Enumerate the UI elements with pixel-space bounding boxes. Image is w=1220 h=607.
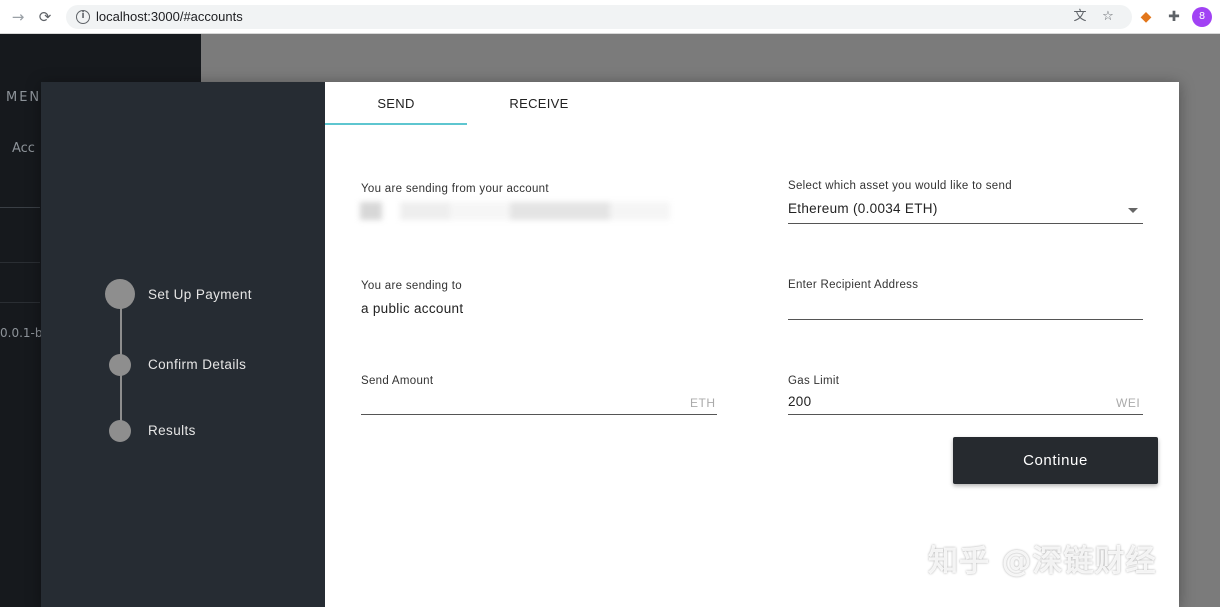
tab-receive[interactable]: RECEIVE <box>468 82 610 125</box>
recipient-type-label: You are sending to <box>361 280 462 292</box>
gas-limit-unit: WEI <box>1116 396 1141 410</box>
send-amount-underline[interactable] <box>361 414 717 415</box>
asset-select[interactable]: Ethereum (0.0034 ETH) <box>788 201 938 216</box>
puzzle-icon[interactable]: ✚ <box>1165 8 1183 26</box>
address-bar[interactable]: i localhost:3000/#accounts 文 ☆ <box>66 5 1132 29</box>
reload-icon[interactable]: ⟳ <box>36 8 54 26</box>
chevron-down-icon[interactable] <box>1128 208 1138 213</box>
asset-select-label: Select which asset you would like to sen… <box>788 180 1012 192</box>
watermark: 知乎 @深链财经 <box>928 544 1157 579</box>
redacted-account-address <box>360 202 700 220</box>
send-form-panel: SEND RECEIVE You are sending from your a… <box>325 82 1179 607</box>
recipient-address-underline[interactable] <box>788 319 1143 320</box>
step-indicator-active <box>105 279 135 309</box>
gas-limit-underline[interactable] <box>788 414 1143 415</box>
send-amount-label: Send Amount <box>361 375 434 387</box>
divider <box>0 262 40 263</box>
forward-arrow-icon[interactable]: → <box>9 8 27 26</box>
send-payment-modal: Set Up Payment Confirm Details Results S… <box>41 82 1179 607</box>
fox-icon[interactable]: ◆ <box>1137 8 1155 26</box>
recipient-address-label: Enter Recipient Address <box>788 279 919 291</box>
divider <box>0 207 40 208</box>
steps-panel: Set Up Payment Confirm Details Results <box>41 82 325 607</box>
from-account-label: You are sending from your account <box>361 183 549 195</box>
asset-select-underline[interactable] <box>788 223 1143 224</box>
star-icon[interactable]: ☆ <box>1099 8 1117 26</box>
version-text: 0.0.1-b <box>0 326 43 340</box>
gas-limit-input[interactable]: 200 <box>788 394 811 409</box>
tab-send[interactable]: SEND <box>325 82 467 125</box>
step-label-confirm: Confirm Details <box>148 357 247 372</box>
continue-button[interactable]: Continue <box>953 437 1158 484</box>
step-label-results: Results <box>148 423 196 438</box>
url-text[interactable]: localhost:3000/#accounts <box>96 9 243 24</box>
sidebar-item-accounts[interactable]: Acc <box>12 141 35 156</box>
avatar[interactable]: 8 <box>1192 7 1212 27</box>
translate-icon[interactable]: 文 <box>1071 8 1089 26</box>
gas-limit-label: Gas Limit <box>788 375 840 387</box>
send-amount-unit: ETH <box>690 396 716 410</box>
divider <box>0 302 40 303</box>
info-icon[interactable]: i <box>76 10 90 24</box>
recipient-type-value: a public account <box>361 301 464 316</box>
step-indicator <box>109 420 131 442</box>
browser-toolbar: → ⟳ i localhost:3000/#accounts 文 ☆ ◆ ✚ 8 <box>0 0 1220 34</box>
step-indicator <box>109 354 131 376</box>
step-label-setup: Set Up Payment <box>148 287 252 302</box>
